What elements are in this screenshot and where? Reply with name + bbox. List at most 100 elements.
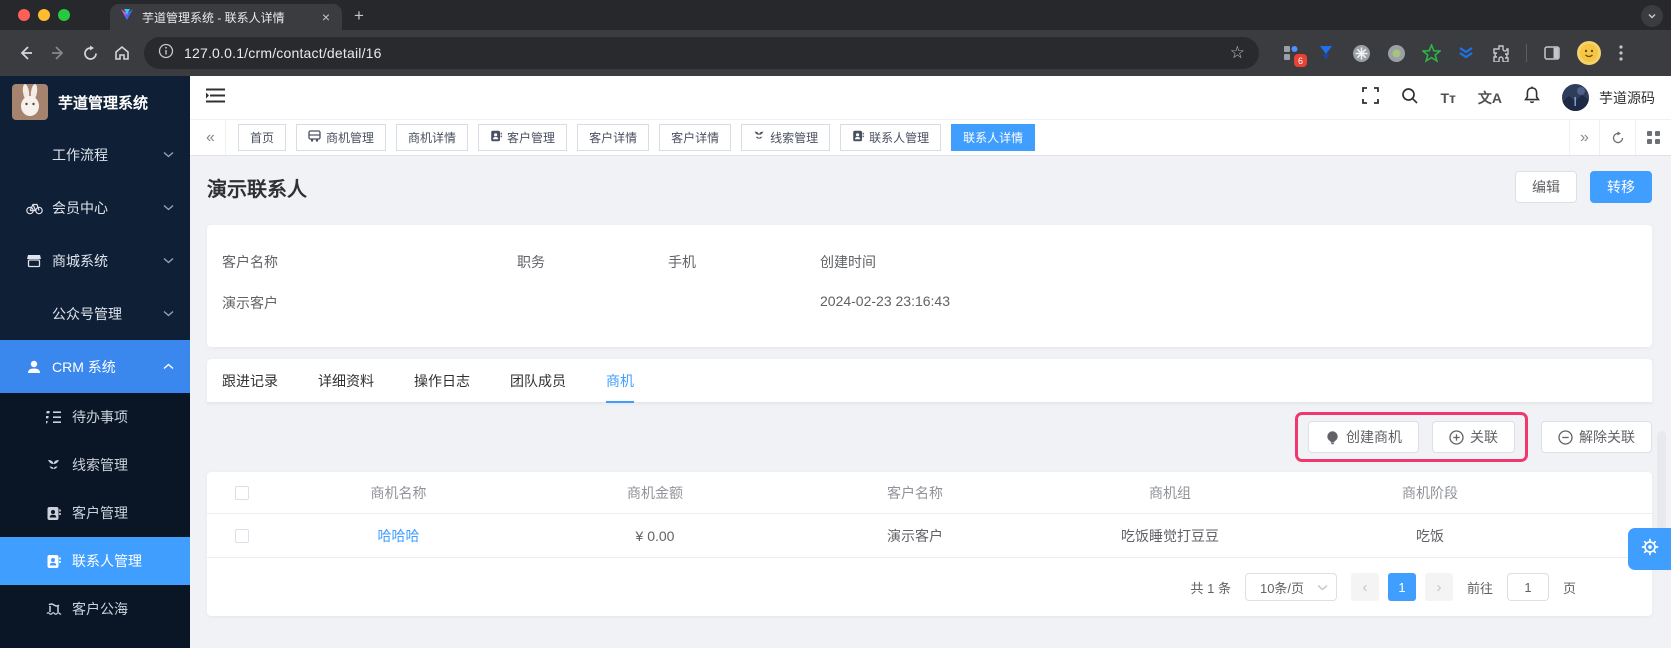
bookmark-star-icon[interactable]: ☆ — [1222, 43, 1253, 63]
home-button[interactable] — [106, 37, 138, 69]
sidebar-item-workflow[interactable]: 工作流程 — [0, 128, 190, 181]
extension-chevrons-icon[interactable] — [1456, 43, 1476, 63]
info-label-create-time: 创建时间 — [820, 254, 876, 270]
tags-scroll-left[interactable]: « — [196, 120, 226, 155]
tag-contact-manage[interactable]: 联系人管理 — [840, 124, 942, 151]
chevron-down-icon — [1317, 584, 1328, 590]
toolbar-divider — [1526, 44, 1527, 62]
prev-page-button[interactable]: ‹ — [1350, 573, 1379, 601]
sidebar-item-official-account[interactable]: 公众号管理 — [0, 287, 190, 340]
username[interactable]: 芋道源码 — [1599, 88, 1655, 108]
window-zoom-button[interactable] — [58, 9, 70, 21]
select-all-checkbox[interactable] — [235, 485, 249, 500]
extension-dot-icon[interactable] — [1386, 43, 1406, 63]
site-info-icon[interactable] — [158, 43, 174, 64]
browser-tab[interactable]: 芋道管理系统 - 联系人详情 × — [110, 4, 342, 30]
unlink-button[interactable]: 解除关联 — [1541, 421, 1652, 453]
browser-profile-avatar[interactable] — [1577, 41, 1601, 65]
tab-operation-log[interactable]: 操作日志 — [414, 359, 470, 402]
business-actions-row: 创建商机 关联 解除关联 — [207, 403, 1652, 472]
sidebar-item-member-center[interactable]: 会员中心 — [0, 181, 190, 234]
tag-business-detail[interactable]: 商机详情 — [396, 124, 469, 151]
page-size-select[interactable]: 10条/页 — [1244, 573, 1337, 601]
circle-minus-icon — [1558, 429, 1573, 445]
tab-search-button[interactable] — [1641, 5, 1663, 27]
app-logo-row: 芋道管理系统 — [0, 76, 190, 128]
tab-follow-record[interactable]: 跟进记录 — [222, 359, 278, 402]
link-button[interactable]: 关联 — [1432, 421, 1515, 453]
tag-customer-manage[interactable]: 客户管理 — [478, 124, 568, 151]
tag-contact-detail[interactable]: 联系人详情 — [951, 124, 1036, 151]
sidebar-item-label: 客户管理 — [72, 505, 128, 521]
col-header-customer: 客户名称 — [887, 484, 943, 501]
back-button[interactable] — [10, 37, 42, 69]
search-icon[interactable] — [1401, 87, 1419, 109]
user-avatar[interactable] — [1562, 84, 1589, 111]
window-close-button[interactable] — [18, 9, 30, 21]
fullscreen-icon[interactable] — [1362, 86, 1380, 109]
tag-customer-detail-2[interactable]: 客户详情 — [659, 124, 732, 151]
next-page-button[interactable]: › — [1424, 573, 1453, 601]
tab-close-icon[interactable]: × — [320, 10, 332, 24]
sidebar-item-mall[interactable]: 商城系统 — [0, 234, 190, 287]
tab-team-member[interactable]: 团队成员 — [510, 359, 566, 402]
cell-business-name[interactable]: 哈哈哈 — [277, 526, 520, 546]
create-business-button[interactable]: 创建商机 — [1308, 421, 1419, 453]
goto-page-input[interactable] — [1506, 573, 1549, 601]
hamburger-icon[interactable] — [206, 88, 225, 108]
new-tab-button[interactable]: + — [354, 6, 364, 26]
sidebar-item-customer-pool[interactable]: 客户公海 — [0, 585, 190, 633]
col-header-stage: 商机阶段 — [1402, 484, 1458, 501]
reload-button[interactable] — [74, 37, 106, 69]
tag-label: 商机管理 — [326, 131, 375, 145]
url-text[interactable]: 127.0.0.1/crm/contact/detail/16 — [184, 45, 1222, 61]
extension-blue-icon[interactable] — [1316, 43, 1336, 63]
tags-refresh-icon[interactable] — [1599, 120, 1635, 155]
sidebar-item-crm[interactable]: CRM 系统 — [0, 340, 190, 393]
extension-star-icon[interactable] — [1421, 43, 1441, 63]
tag-home[interactable]: 首页 — [238, 124, 287, 151]
translate-icon[interactable]: 文A — [1478, 88, 1502, 108]
transfer-button[interactable]: 转移 — [1590, 171, 1652, 203]
page-number-1[interactable]: 1 — [1387, 573, 1416, 601]
chevron-down-icon — [163, 257, 174, 264]
tag-clue-manage[interactable]: 线索管理 — [741, 124, 831, 151]
sidebar-item-todo[interactable]: 待办事项 — [0, 393, 190, 441]
bell-icon[interactable] — [1524, 86, 1540, 109]
sidebar-item-clue[interactable]: 线索管理 — [0, 441, 190, 489]
clue-icon — [753, 130, 765, 145]
page-scrollbar[interactable] — [1657, 431, 1666, 530]
window-minimize-button[interactable] — [38, 9, 50, 21]
goto-label: 前往 — [1466, 580, 1493, 596]
side-panel-icon[interactable] — [1542, 43, 1562, 63]
tag-label: 线索管理 — [770, 131, 819, 145]
tag-customer-detail-1[interactable]: 客户详情 — [577, 124, 650, 151]
browser-menu-icon[interactable] — [1605, 37, 1637, 69]
tab-detail-info[interactable]: 详细资料 — [318, 359, 374, 402]
col-header-name: 商机名称 — [370, 484, 427, 501]
url-bar[interactable]: 127.0.0.1/crm/contact/detail/16 ☆ — [144, 37, 1259, 69]
table-header-row: 商机名称 商机金额 客户名称 商机组 商机阶段 — [207, 472, 1652, 514]
tag-label: 商机详情 — [408, 131, 457, 145]
sidebar-item-label: 线索管理 — [72, 457, 128, 473]
tag-business-manage[interactable]: 商机管理 — [296, 124, 387, 151]
tab-business[interactable]: 商机 — [606, 359, 634, 403]
chevron-down-icon — [163, 204, 174, 211]
sidebar-item-label: 公众号管理 — [52, 305, 122, 322]
button-label: 创建商机 — [1346, 429, 1402, 445]
settings-fab[interactable] — [1628, 528, 1671, 570]
cell-customer: 演示客户 — [887, 527, 943, 544]
sidebar-item-customer[interactable]: 客户管理 — [0, 489, 190, 537]
tags-scroll-right[interactable]: » — [1569, 120, 1599, 155]
row-checkbox[interactable] — [235, 528, 249, 543]
sidebar-item-contact[interactable]: 联系人管理 — [0, 537, 190, 585]
edit-button[interactable]: 编辑 — [1515, 171, 1577, 203]
extension-tabs-icon[interactable]: 6 — [1281, 43, 1307, 67]
forward-button[interactable] — [42, 37, 74, 69]
extensions-puzzle-icon[interactable] — [1491, 43, 1511, 63]
extension-wheel-icon[interactable] — [1351, 43, 1371, 63]
info-value-customer: 演示客户 — [222, 295, 278, 311]
sidebar-item-label: 会员中心 — [52, 199, 108, 216]
tags-layout-grid-icon[interactable] — [1635, 120, 1671, 155]
font-size-icon[interactable]: Tт — [1440, 90, 1455, 106]
